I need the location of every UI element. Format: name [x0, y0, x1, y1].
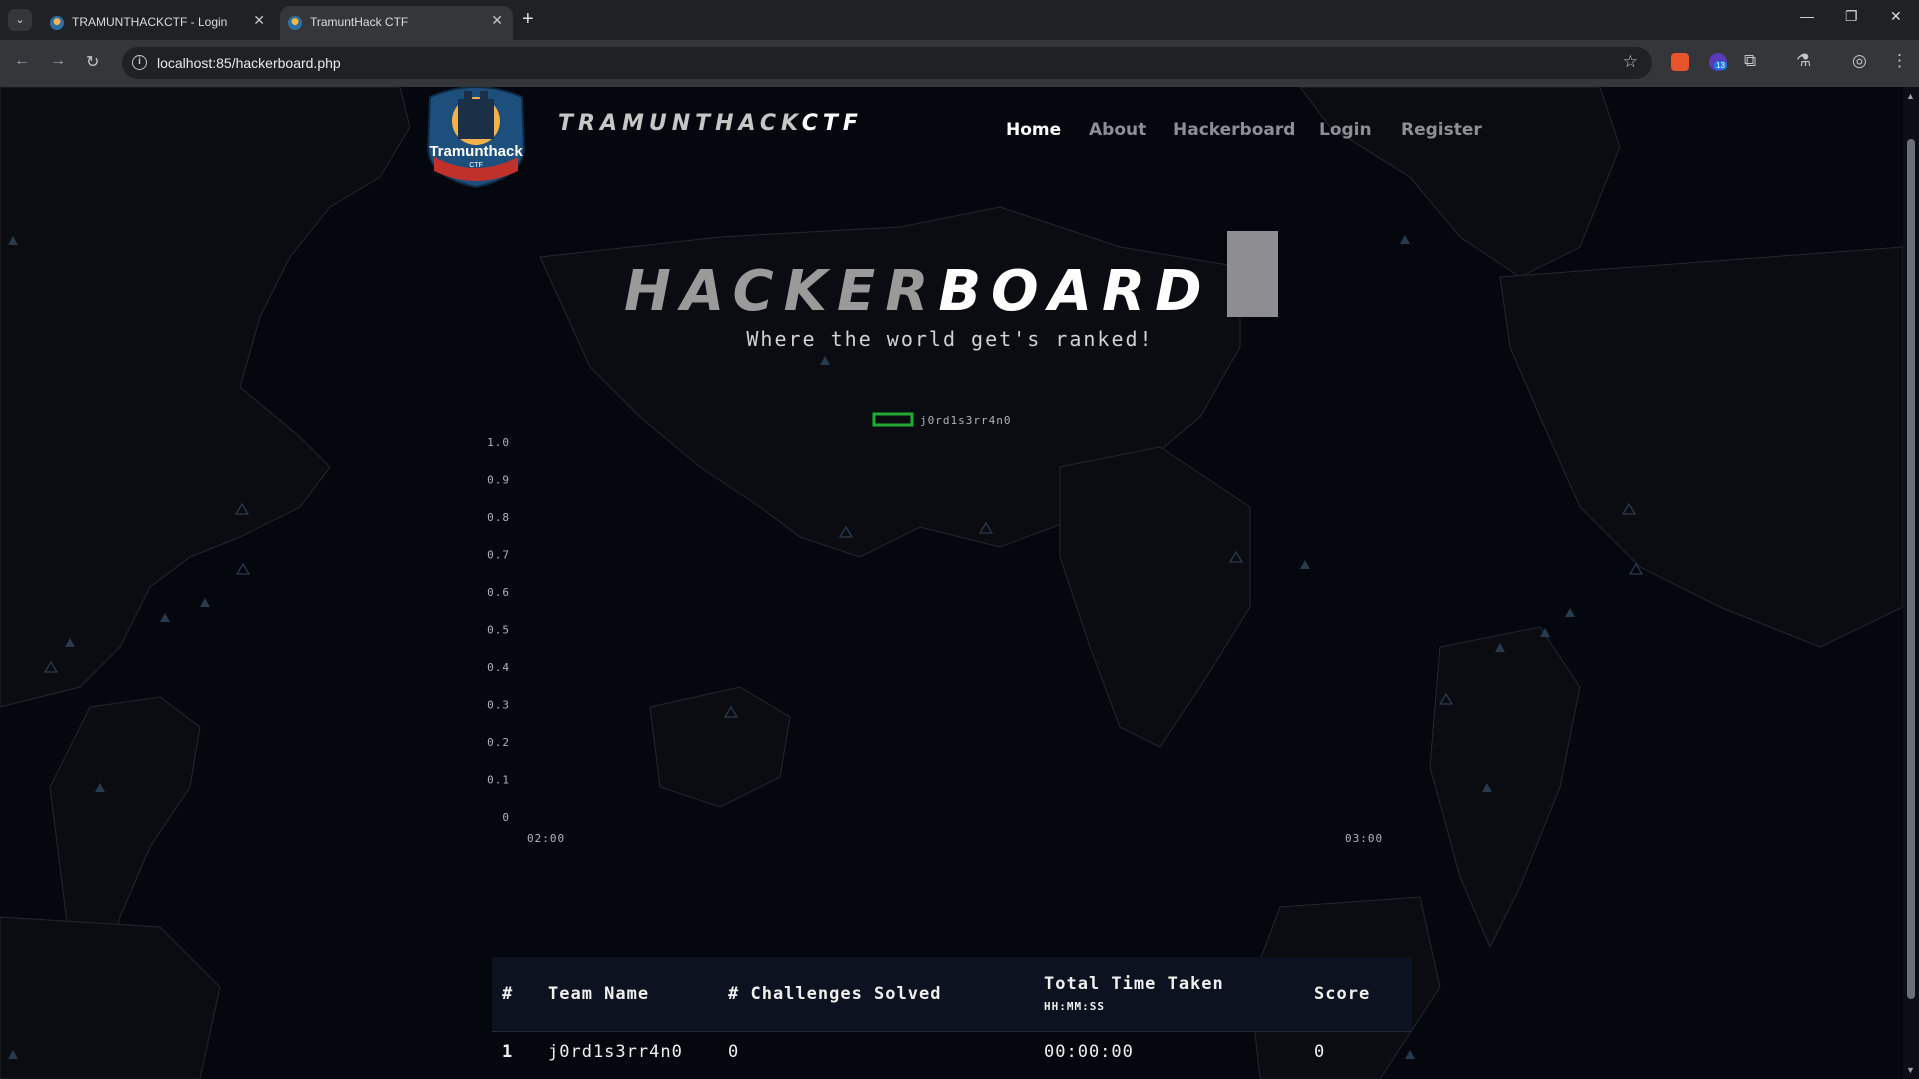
scroll-up-arrow-icon[interactable]: ▲ [1906, 91, 1915, 101]
browser-toolbar: ← → ↻ i localhost:85/hackerboard.php ☆ 1… [0, 40, 1919, 87]
chart-y-axis: 1.0 0.9 0.8 0.7 0.6 0.5 0.4 0.3 0.2 0.1 0 [487, 436, 510, 824]
header-score: Score [1314, 983, 1371, 1004]
profile-icon[interactable]: ◎ [1852, 51, 1867, 71]
y-tick-label: 0.9 [487, 474, 510, 487]
header-team-name: Team Name [548, 983, 650, 1004]
y-tick-label: 0.5 [487, 624, 510, 637]
x-tick-label: 03:00 [1345, 832, 1383, 845]
nav-about[interactable]: About [1089, 120, 1146, 140]
logo-text: Tramunthack [429, 143, 523, 160]
extension-badge-count: 13 [1714, 61, 1727, 70]
score-progress-chart: j0rd1s3rr4n0 1.0 0.9 0.8 0.7 0.6 0.5 0.4 0.3 0.2… [487, 412, 1383, 845]
back-arrow-icon[interactable]: ← [14, 52, 30, 70]
scroll-down-arrow-icon[interactable]: ▼ [1906, 1065, 1915, 1075]
nav-register[interactable]: Register [1401, 120, 1482, 140]
row-rank: 1 [492, 1030, 538, 1073]
row-total-time: 00:00:00 [1034, 1030, 1304, 1073]
legend-swatch[interactable] [872, 412, 914, 427]
chart-legend: j0rd1s3rr4n0 [872, 412, 1011, 427]
x-tick-label: 02:00 [527, 832, 565, 845]
header-total-time: Total Time Taken HH:MM:SS [1034, 957, 1304, 1031]
menu-kebab-icon[interactable]: ⋮ [1891, 51, 1908, 71]
tab-title: TRAMUNTHACKCTF - Login [72, 15, 228, 29]
extension-lightning-icon[interactable] [1671, 53, 1689, 71]
y-tick-label: 0.7 [487, 549, 510, 562]
chart-x-axis: 02:00 03:00 [527, 832, 1383, 845]
close-tab-icon[interactable]: ✕ [491, 12, 503, 29]
y-tick-label: 0.2 [487, 736, 510, 749]
page-title: HACKERBOARD [624, 259, 1212, 324]
new-tab-button[interactable]: + [522, 8, 534, 30]
nav-login[interactable]: Login [1319, 120, 1372, 140]
page-title-part2: BOARD [938, 259, 1212, 324]
header-rank: # [502, 983, 514, 1004]
restore-icon[interactable]: ❐ [1845, 8, 1858, 25]
scoreboard-header-row: # Team Name # Challenges Solved Total Ti… [492, 957, 1412, 1031]
scoreboard-table: # Team Name # Challenges Solved Total Ti… [492, 957, 1412, 1073]
table-row: 1 j0rd1s3rr4n0 0 00:00:00 0 [492, 1030, 1412, 1073]
forward-arrow-icon[interactable]: → [50, 52, 66, 70]
close-tab-icon[interactable]: ✕ [253, 12, 265, 29]
tab-title: TramuntHack CTF [310, 15, 409, 29]
y-tick-label: 1.0 [487, 436, 510, 449]
site-favicon-icon [288, 16, 302, 30]
y-tick-label: 0.1 [487, 774, 510, 787]
browser-tab-login[interactable]: TRAMUNTHACKCTF - Login ✕ [42, 6, 275, 40]
labs-flask-icon[interactable]: ⚗ [1796, 51, 1811, 71]
nav-home[interactable]: Home [1006, 120, 1061, 140]
page-content: Tramunthack CTF TRAMUNTHACKCTF Home Abou… [0, 87, 1903, 1079]
y-tick-label: 0.6 [487, 586, 510, 599]
row-team-name: j0rd1s3rr4n0 [538, 1030, 718, 1073]
brand-wordmark[interactable]: TRAMUNTHACKCTF [558, 111, 863, 136]
row-challenges-solved: 0 [718, 1030, 1034, 1073]
close-window-icon[interactable]: ✕ [1890, 8, 1902, 25]
y-tick-label: 0 [502, 811, 510, 824]
tab-search-button[interactable]: ⌄ [8, 9, 32, 31]
extensions-puzzle-icon[interactable]: ⧉ [1744, 51, 1756, 71]
reload-icon[interactable]: ↻ [86, 52, 99, 72]
typing-cursor-block [1227, 231, 1278, 317]
site-favicon-icon [50, 16, 64, 30]
address-bar[interactable]: i localhost:85/hackerboard.php ☆ [122, 47, 1652, 79]
bookmark-star-icon[interactable]: ☆ [1623, 52, 1638, 72]
header-total-time-label: Total Time Taken [1044, 974, 1224, 995]
tramunthack-logo[interactable]: Tramunthack CTF [420, 87, 532, 191]
extension-badge-icon[interactable]: 13 [1709, 53, 1727, 71]
browser-tab-strip: ⌄ TRAMUNTHACKCTF - Login ✕ TramuntHack C… [0, 0, 1919, 40]
legend-label[interactable]: j0rd1s3rr4n0 [920, 414, 1011, 427]
browser-tab-hackerboard[interactable]: TramuntHack CTF ✕ [280, 6, 513, 40]
y-tick-label: 0.3 [487, 699, 510, 712]
page-scrollbar[interactable]: ▲ ▼ [1903, 87, 1919, 1079]
site-info-icon[interactable]: i [132, 55, 147, 70]
url-text[interactable]: localhost:85/hackerboard.php [157, 55, 341, 71]
header-time-format: HH:MM:SS [1044, 1000, 1105, 1014]
logo-subtext: CTF [469, 162, 483, 169]
y-tick-label: 0.4 [487, 661, 510, 674]
brand-suffix: CTF [801, 111, 863, 136]
brand-prefix: TRAMUNTHACK [558, 111, 802, 136]
nav-hackerboard[interactable]: Hackerboard [1173, 120, 1295, 140]
minimize-icon[interactable]: — [1800, 8, 1814, 24]
page-subtitle: Where the world get's ranked! [746, 327, 1154, 351]
page-title-part1: HACKER [624, 259, 939, 324]
row-score: 0 [1304, 1030, 1412, 1073]
scrollbar-thumb[interactable] [1907, 139, 1915, 999]
y-tick-label: 0.8 [487, 511, 510, 524]
header-challenges-solved: # Challenges Solved [728, 983, 942, 1004]
